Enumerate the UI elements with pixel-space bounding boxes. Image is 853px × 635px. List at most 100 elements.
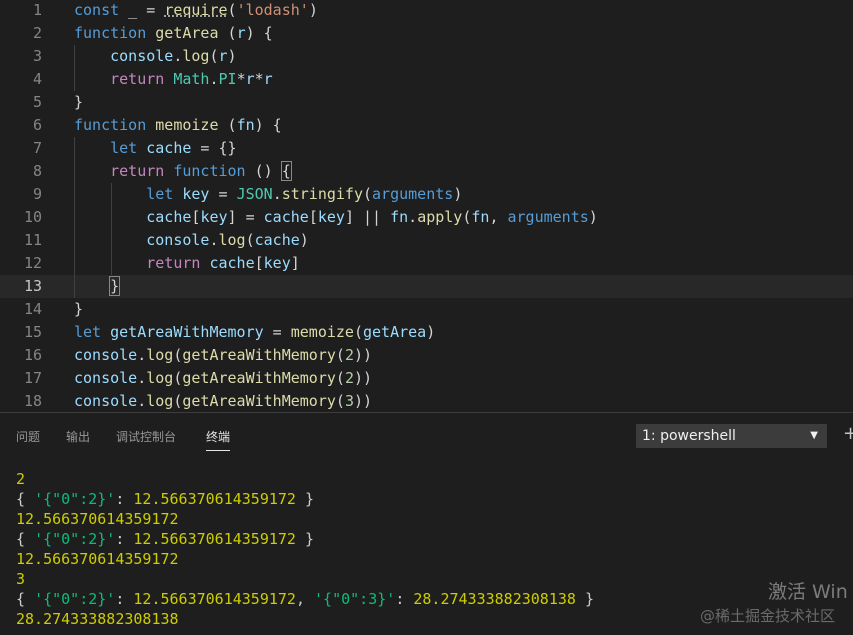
- terminal-token: 12.566370614359172: [16, 550, 179, 568]
- terminal-token: 3: [16, 570, 26, 588]
- code-token: ): [588, 208, 598, 226]
- code-token: log: [182, 47, 210, 65]
- code-line[interactable]: 7 let cache = {}: [0, 137, 853, 160]
- code-token: (): [245, 162, 282, 180]
- line-number[interactable]: 8: [0, 160, 42, 183]
- line-number[interactable]: 16: [0, 344, 42, 367]
- line-number[interactable]: 7: [0, 137, 42, 160]
- code-token: console: [74, 369, 138, 387]
- code-line[interactable]: 6 function memoize (fn) {: [0, 114, 853, 137]
- code-line[interactable]: 18 console.log(getAreaWithMemory(3)): [0, 390, 853, 412]
- tab-problems[interactable]: 问题: [16, 428, 40, 445]
- code-line[interactable]: 8 return function () {: [0, 160, 853, 183]
- code-token: r: [218, 47, 228, 65]
- line-number[interactable]: 6: [0, 114, 42, 137]
- code-token: memoize: [155, 116, 219, 134]
- code-line[interactable]: 16 console.log(getAreaWithMemory(2)): [0, 344, 853, 367]
- code-token: }: [109, 276, 121, 296]
- code-line[interactable]: 5}: [0, 91, 853, 114]
- code-token: ): [453, 185, 463, 203]
- code-token: getArea: [155, 24, 219, 42]
- code-token: (: [218, 116, 237, 134]
- chevron-down-icon: ▼: [810, 430, 818, 441]
- terminal-token: '{"0":2}': [34, 530, 116, 548]
- tab-debug-console[interactable]: 调试控制台: [116, 428, 176, 445]
- code-line[interactable]: 15 let getAreaWithMemory = memoize(getAre…: [0, 321, 853, 344]
- line-number[interactable]: 13: [0, 275, 42, 298]
- code-editor[interactable]: 1 const _ = require('lodash') 2 function ge…: [0, 0, 853, 412]
- code-token: 2: [344, 346, 354, 364]
- code-token: )): [353, 369, 373, 387]
- code-token: cache: [263, 208, 309, 226]
- code-token: ): [299, 231, 309, 249]
- terminal-select[interactable]: 1: powershell ▼: [636, 424, 827, 448]
- juejin-watermark: @稀土掘金技术社区: [700, 607, 836, 625]
- code-token: key: [182, 185, 210, 203]
- code-line[interactable]: 11 console.log(cache): [0, 229, 853, 252]
- terminal-token: 2: [16, 470, 26, 488]
- code-token: memoize: [290, 323, 354, 341]
- code-token: arguments: [507, 208, 589, 226]
- code-token: let: [74, 323, 102, 341]
- code-token: log: [146, 346, 174, 364]
- code-token: return: [146, 254, 201, 272]
- code-text: }: [74, 275, 121, 298]
- terminal-line: { '{"0":2}': 12.566370614359172, '{"0":3…: [16, 589, 594, 609]
- line-number[interactable]: 18: [0, 390, 42, 412]
- code-text: cache[key] = cache[key] || fn.apply(fn, …: [74, 206, 598, 229]
- code-line[interactable]: 17 console.log(getAreaWithMemory(2)): [0, 367, 853, 390]
- code-token: *: [254, 70, 264, 88]
- code-line[interactable]: 3 console.log(r): [0, 45, 853, 68]
- code-line[interactable]: 2 function getArea (r) {: [0, 22, 853, 45]
- line-number[interactable]: 2: [0, 22, 42, 45]
- line-number[interactable]: 17: [0, 367, 42, 390]
- code-token: key: [263, 254, 291, 272]
- terminal-line: 28.274333882308138: [16, 609, 179, 629]
- code-token: 3: [344, 392, 354, 410]
- tab-terminal[interactable]: 终端: [206, 428, 231, 451]
- plus-icon[interactable]: +: [843, 423, 853, 449]
- code-line[interactable]: 14}: [0, 298, 853, 321]
- line-number[interactable]: 4: [0, 68, 42, 91]
- code-text: function getArea (r) {: [74, 22, 273, 45]
- terminal-token: 12.566370614359172: [133, 590, 296, 608]
- line-number[interactable]: 15: [0, 321, 42, 344]
- code-token: [: [308, 208, 318, 226]
- code-text: return function () {: [74, 160, 292, 183]
- code-line[interactable]: 4 return Math.PI*r*r: [0, 68, 853, 91]
- code-line[interactable]: 13 }: [0, 275, 853, 298]
- line-number[interactable]: 9: [0, 183, 42, 206]
- code-token: function: [74, 116, 147, 134]
- code-token: arguments: [372, 185, 454, 203]
- code-line[interactable]: 1 const _ = require('lodash'): [0, 0, 853, 22]
- code-token: getAreaWithMemory: [182, 346, 336, 364]
- code-token: = {}: [191, 139, 237, 157]
- line-number[interactable]: 3: [0, 45, 42, 68]
- line-number[interactable]: 5: [0, 91, 42, 114]
- code-line[interactable]: 9 let key = JSON.stringify(arguments): [0, 183, 853, 206]
- line-number[interactable]: 12: [0, 252, 42, 275]
- terminal-token: 12.566370614359172: [16, 510, 179, 528]
- code-token: fn: [390, 208, 409, 226]
- code-token: getAreaWithMemory: [110, 323, 264, 341]
- line-number[interactable]: 14: [0, 298, 42, 321]
- code-token: console: [74, 346, 138, 364]
- terminal-token: }: [575, 590, 594, 608]
- code-token: r: [245, 70, 255, 88]
- code-line[interactable]: 12 return cache[key]: [0, 252, 853, 275]
- line-number[interactable]: 1: [0, 0, 42, 22]
- code-token: (: [245, 231, 255, 249]
- tab-output[interactable]: 输出: [66, 428, 90, 445]
- code-token: (: [335, 346, 345, 364]
- terminal-token: '{"0":2}': [34, 590, 116, 608]
- code-line[interactable]: 10 cache[key] = cache[key] || fn.apply(f…: [0, 206, 853, 229]
- line-number[interactable]: 11: [0, 229, 42, 252]
- line-number[interactable]: 10: [0, 206, 42, 229]
